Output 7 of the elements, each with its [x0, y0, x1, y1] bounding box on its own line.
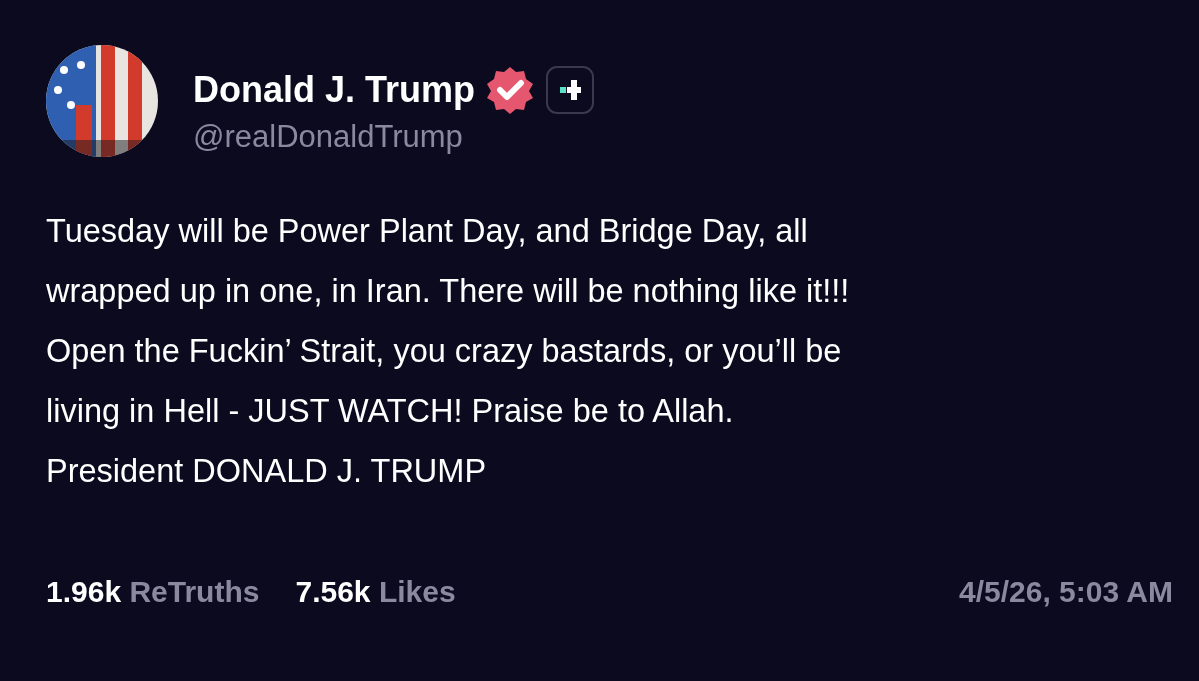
post-text: Tuesday will be Power Plant Day, and Bridge Day, all wrapped up in one, in Iran. There will be nothing like it!!! Open the Fuckin’ Strait, you crazy bastards, or you’ll be living in Hell - JUST WATCH! Praise be to Allah. President DONALD J. TRUMP [46, 212, 851, 491]
stat-text[interactable]: 1.96k ReTruths [46, 569, 260, 614]
plus-badge-icon [545, 65, 596, 115]
stat-text[interactable]: 7.56k Likes [295, 569, 456, 614]
author-handle[interactable]: @realDonaldTrump [193, 117, 596, 157]
timestamp: 4/5/26, 5:03 AM [959, 574, 1173, 610]
author-name: Donald J. Trump [193, 68, 476, 112]
